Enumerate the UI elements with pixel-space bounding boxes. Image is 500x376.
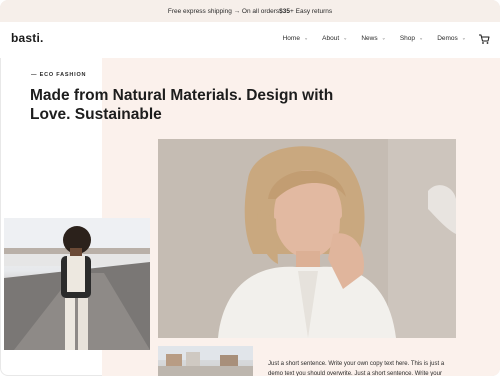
chevron-down-icon: ⌄ xyxy=(461,35,466,41)
chevron-down-icon: ⌄ xyxy=(419,35,424,41)
nav-item-label: News xyxy=(361,35,378,42)
nav-item-label: Home xyxy=(282,35,300,42)
chevron-down-icon: ⌄ xyxy=(303,35,309,41)
main-nav: Home ⌄ About ⌄ News ⌄ Shop ⌄ Demos ⌄ xyxy=(283,35,466,42)
nav-item-label: Demos xyxy=(437,35,458,42)
chevron-down-icon: ⌄ xyxy=(381,35,386,41)
site-logo[interactable]: basti. xyxy=(11,31,44,45)
announcement-amount: $35 xyxy=(279,7,291,15)
hero-body-text: Just a short sentence. Write your own co… xyxy=(268,361,445,376)
nav-item-home[interactable]: Home ⌄ xyxy=(283,35,309,42)
hero-photo xyxy=(158,139,456,338)
nav-item-shop[interactable]: Shop ⌄ xyxy=(400,35,423,42)
nav-item-news[interactable]: News ⌄ xyxy=(361,35,385,42)
nav-item-label: About xyxy=(322,35,340,42)
site-header: basti. Home ⌄ About ⌄ News ⌄ Shop ⌄ Demo… xyxy=(0,22,500,58)
nav-item-label: Shop xyxy=(399,35,415,42)
cart-icon[interactable] xyxy=(478,33,490,45)
browser-frame: Free express shipping → On all orders $3… xyxy=(0,0,500,376)
hero-photo-illustration xyxy=(158,139,456,338)
side-photo-illustration xyxy=(4,218,150,350)
nav-item-about[interactable]: About ⌄ xyxy=(322,35,347,42)
chevron-down-icon: ⌄ xyxy=(343,35,348,41)
announcement-suffix: + Easy returns xyxy=(290,7,333,15)
announcement-text: Free express shipping → On all orders xyxy=(167,7,280,15)
thumbnail-photo xyxy=(158,346,253,376)
nav-item-demos[interactable]: Demos ⌄ xyxy=(437,35,466,42)
side-photo xyxy=(4,218,150,350)
hero-eyebrow: — ECO FASHION xyxy=(31,72,87,78)
announcement-bar: Free express shipping → On all orders $3… xyxy=(0,0,500,22)
hero-headline: Made from Natural Materials. Design with… xyxy=(30,87,334,123)
thumbnail-illustration xyxy=(158,346,253,376)
